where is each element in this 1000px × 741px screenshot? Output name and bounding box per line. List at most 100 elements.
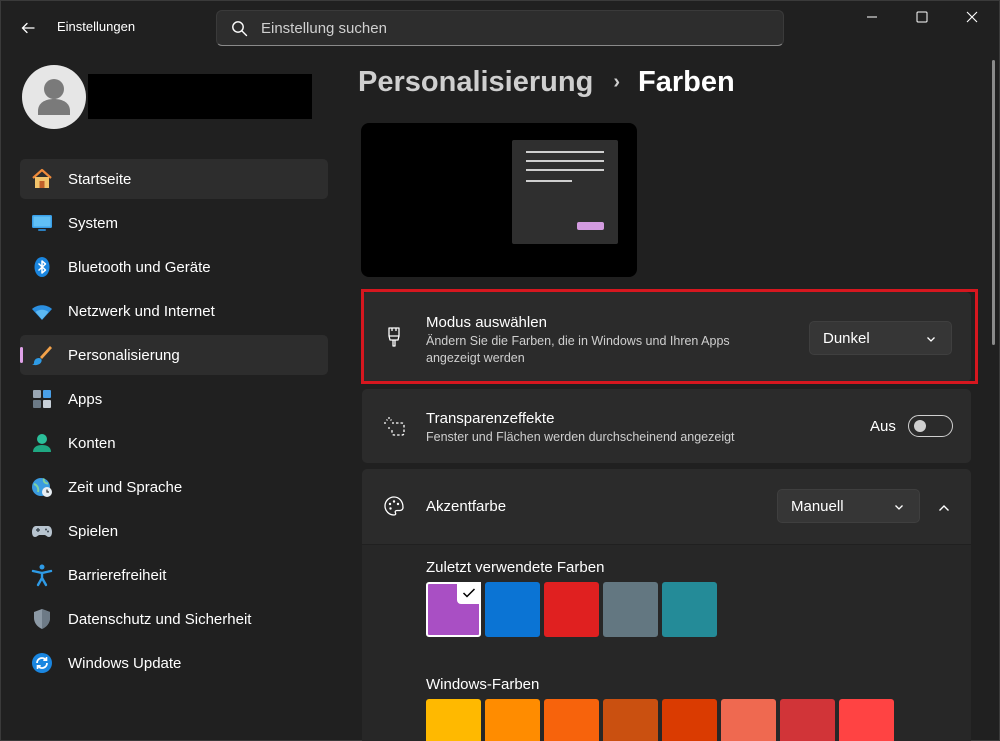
color-swatch[interactable]: [839, 699, 894, 741]
sidebar-item-label: Zeit und Sprache: [68, 478, 183, 496]
transparency-title: Transparenzeffekte: [426, 410, 555, 427]
search-box[interactable]: [216, 10, 784, 46]
sidebar-item-label: Barrierefreiheit: [68, 566, 167, 584]
sidebar-item-konten[interactable]: Konten: [20, 423, 328, 463]
sidebar-item-label: Spielen: [68, 522, 119, 540]
home-icon: [30, 167, 54, 191]
mode-card: Modus auswählen Ändern Sie die Farben, d…: [362, 292, 971, 382]
sidebar-item-network[interactable]: Netzwerk und Internet: [20, 291, 328, 331]
page-title: Farben: [637, 66, 735, 98]
sidebar-item-startseite[interactable]: Startseite: [20, 159, 328, 199]
scrollbar[interactable]: [992, 60, 995, 345]
sidebar-item-apps[interactable]: Apps: [20, 379, 328, 419]
sidebar-item-windows-update[interactable]: Windows Update: [20, 643, 328, 683]
account-icon: [30, 431, 54, 455]
recent-colors-label: Zuletzt verwendete Farben: [426, 559, 605, 576]
title-bar: Einstellungen: [0, 0, 1000, 50]
mode-description: Ändern Sie die Farben, die in Windows un…: [426, 334, 730, 365]
maximize-button[interactable]: [897, 0, 947, 34]
check-icon: [457, 582, 481, 604]
sidebar-item-datenschutz[interactable]: Datenschutz und Sicherheit: [20, 599, 328, 639]
search-input[interactable]: [261, 17, 761, 39]
bluetooth-icon: [30, 255, 54, 279]
chevron-right-icon: ›: [613, 71, 620, 93]
accent-card: Akzentfarbe Manuell: [362, 469, 971, 544]
mode-dropdown[interactable]: Dunkel: [809, 321, 952, 355]
sidebar-nav: Startseite System Bluetooth und Geräte N…: [20, 159, 328, 687]
monitor-icon: [30, 211, 54, 235]
sidebar-item-label: Windows Update: [68, 654, 182, 672]
color-swatch[interactable]: [603, 582, 658, 637]
paintbrush-icon: [30, 343, 54, 367]
minimize-button[interactable]: [847, 0, 897, 34]
transparency-toggle[interactable]: [908, 415, 953, 437]
sidebar-item-system[interactable]: System: [20, 203, 328, 243]
accent-title: Akzentfarbe: [426, 498, 507, 515]
update-icon: [30, 651, 54, 675]
breadcrumb: Personalisierung › Farben: [358, 66, 735, 99]
preview-line: [526, 180, 572, 182]
mode-dropdown-value: Dunkel: [823, 329, 870, 347]
preview-line: [526, 160, 604, 162]
theme-preview: [361, 123, 637, 277]
color-swatch[interactable]: [662, 582, 717, 637]
maximize-icon: [916, 11, 928, 23]
color-swatch[interactable]: [662, 699, 717, 741]
avatar[interactable]: [22, 65, 86, 129]
minimize-icon: [867, 16, 877, 18]
apps-icon: [30, 387, 54, 411]
accent-dropdown-value: Manuell: [791, 497, 844, 515]
preview-line: [526, 151, 604, 153]
arrow-left-icon: [21, 22, 35, 34]
redacted-user-name: [88, 74, 312, 119]
sidebar-item-label: Konten: [68, 434, 116, 452]
gamepad-icon: [30, 519, 54, 543]
sidebar-item-label: Apps: [68, 390, 103, 408]
wifi-icon: [30, 299, 54, 323]
color-swatch[interactable]: [603, 699, 658, 741]
color-swatch[interactable]: [426, 582, 481, 637]
color-swatch[interactable]: [721, 699, 776, 741]
color-swatch[interactable]: [485, 699, 540, 741]
chevron-down-icon: [927, 337, 935, 342]
paint-bucket-icon: [382, 325, 406, 349]
preview-accent-button: [577, 222, 604, 230]
user-icon: [38, 79, 70, 115]
sidebar-item-zeit[interactable]: Zeit und Sprache: [20, 467, 328, 507]
breadcrumb-parent[interactable]: Personalisierung: [358, 66, 593, 99]
color-swatch[interactable]: [544, 582, 599, 637]
sidebar-item-label: Datenschutz und Sicherheit: [68, 610, 252, 628]
preview-line: [526, 169, 604, 171]
transparency-state-label: Aus: [870, 418, 896, 435]
sidebar-item-bluetooth[interactable]: Bluetooth und Geräte: [20, 247, 328, 287]
close-button[interactable]: [947, 0, 997, 34]
color-swatch[interactable]: [780, 699, 835, 741]
chevron-up-icon: [939, 505, 949, 511]
color-swatch[interactable]: [485, 582, 540, 637]
collapse-button[interactable]: [932, 496, 956, 520]
sidebar-item-barrierefreiheit[interactable]: Barrierefreiheit: [20, 555, 328, 595]
sidebar-item-spielen[interactable]: Spielen: [20, 511, 328, 551]
sidebar-item-label: System: [68, 214, 119, 232]
globe-clock-icon: [30, 475, 54, 499]
accent-dropdown[interactable]: Manuell: [777, 489, 920, 523]
palette-icon: [382, 494, 406, 518]
sidebar-item-label: Startseite: [68, 170, 132, 188]
color-swatch[interactable]: [544, 699, 599, 741]
windows-colors-label: Windows-Farben: [426, 676, 540, 693]
close-icon: [966, 11, 978, 23]
search-icon: [232, 21, 248, 37]
color-swatch[interactable]: [426, 699, 481, 741]
transparency-icon: [382, 414, 406, 438]
transparency-description: Fenster und Flächen werden durchscheinen…: [426, 430, 735, 444]
accessibility-icon: [30, 563, 54, 587]
toggle-knob: [914, 420, 926, 432]
preview-window: [512, 140, 618, 244]
app-title: Einstellungen: [57, 19, 136, 34]
back-button[interactable]: [14, 14, 42, 42]
shield-icon: [30, 607, 54, 631]
sidebar-item-personalisierung[interactable]: Personalisierung: [20, 335, 328, 375]
sidebar-item-label: Netzwerk und Internet: [68, 302, 215, 320]
mode-title: Modus auswählen: [426, 314, 547, 331]
chevron-down-icon: [895, 505, 903, 510]
